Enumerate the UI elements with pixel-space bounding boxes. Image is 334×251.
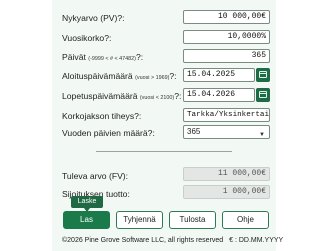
calendar-icon <box>259 71 267 78</box>
days-label-note: (-9999 < # < 47482) <box>88 56 136 62</box>
year-days-label: Vuoden päivien määrä?: <box>62 128 155 138</box>
rate-label: Vuosikorko?: <box>62 33 112 43</box>
end-label-note: (vuosi < 2100) <box>139 95 175 101</box>
start-label-note: (vuosi > 1969) <box>135 75 170 81</box>
days-label: Päivät (-9999 < # < 47482)?: <box>62 52 143 62</box>
fv-label: Tuleva arvo (FV): <box>62 171 129 181</box>
start-calendar-button[interactable] <box>256 68 270 82</box>
calculate-tooltip: Laske <box>71 196 103 212</box>
fv-output: 11 000,00€ <box>183 167 270 181</box>
end-date-label: Lopetuspäivämäärä (vuosi < 2100)?: <box>62 91 181 101</box>
frequency-label: Korkojakson tiheys?: <box>62 111 142 121</box>
footer: ©2026 Pine Grove Software LLC, all right… <box>62 237 283 244</box>
days-label-end: ?: <box>135 52 144 62</box>
year-days-select[interactable]: 365 ▼ <box>183 125 270 139</box>
end-label-end: ?: <box>174 91 182 101</box>
rate-input[interactable]: 10,0000% <box>183 30 270 44</box>
clear-button[interactable]: Tyhjennä <box>116 211 163 229</box>
return-output: 1 000,00€ <box>183 185 270 199</box>
copyright-text: ©2026 Pine Grove Software LLC, all right… <box>62 237 224 244</box>
frequency-input[interactable]: Tarkka/Yksinkertainen <box>183 108 270 122</box>
format-text: € : DD.MM.YYYY <box>229 237 284 244</box>
start-label-main: Aloituspäivämäärä <box>62 71 133 81</box>
end-label-main: Lopetuspäivämäärä <box>62 91 138 101</box>
print-button[interactable]: Tulosta <box>169 211 216 229</box>
end-calendar-button[interactable] <box>256 88 270 102</box>
start-date-input[interactable]: 15.04.2025 <box>183 68 255 82</box>
pv-label: Nykyarvo (PV)?: <box>62 13 125 23</box>
start-date-label: Aloituspäivämäärä (vuosi > 1969)?: <box>62 71 177 81</box>
days-label-main: Päivät <box>62 52 86 62</box>
calculate-button[interactable]: Las <box>63 211 110 229</box>
help-button[interactable]: Ohje <box>222 211 269 229</box>
year-days-value: 365 <box>187 127 201 136</box>
start-label-end: ?: <box>169 71 177 81</box>
chevron-down-icon: ▼ <box>259 132 265 138</box>
end-date-input[interactable]: 15.04.2026 <box>183 88 255 102</box>
calendar-icon <box>259 91 267 98</box>
pv-input[interactable]: 10 000,00€ <box>183 10 270 24</box>
days-input[interactable]: 365 <box>183 49 270 63</box>
divider <box>96 151 232 152</box>
